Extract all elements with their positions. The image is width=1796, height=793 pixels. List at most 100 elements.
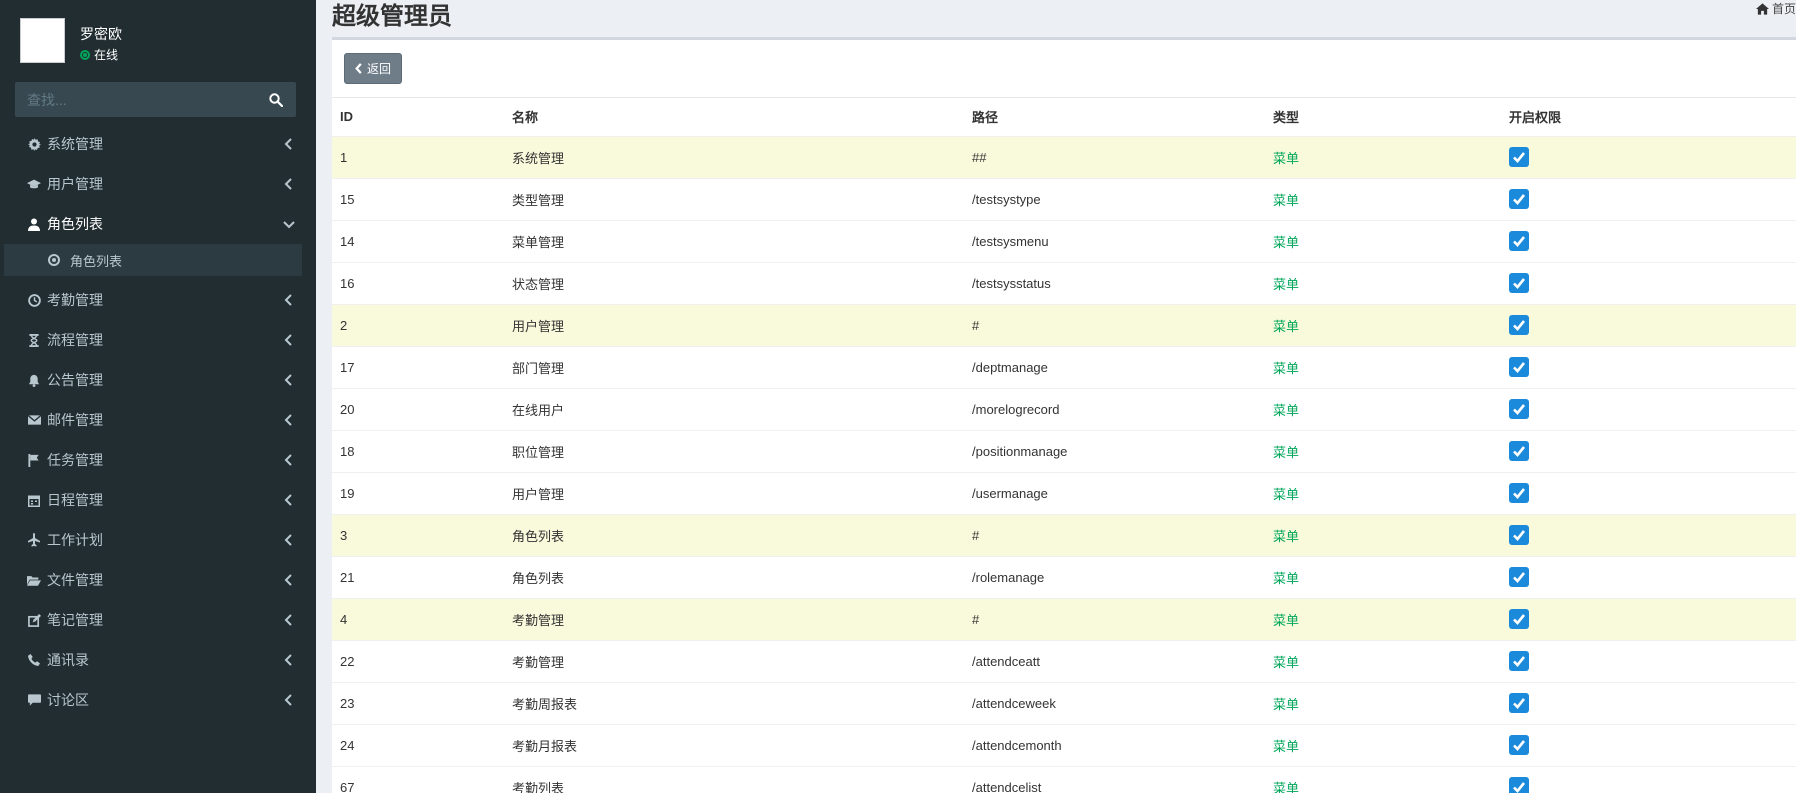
cell-name: 在线用户 (504, 387, 964, 430)
sidebar-item-notes[interactable]: 笔记管理 (0, 600, 316, 640)
breadcrumb[interactable]: 首页 (1755, 0, 1796, 17)
sidebar-item-contacts[interactable]: 通讯录 (0, 640, 316, 680)
chevron-left-icon (284, 414, 292, 426)
table-body: 1 系统管理 ## 菜单 15 类型管理/testsystype 菜单 14 菜单管理/test… (332, 135, 1796, 793)
sidebar-item-system[interactable]: 系统管理 (0, 124, 316, 164)
sidebar-item-users[interactable]: 用户管理 (0, 164, 316, 204)
chevron-left-icon (355, 63, 362, 74)
permission-checkbox[interactable] (1509, 525, 1529, 545)
permission-checkbox[interactable] (1509, 273, 1529, 293)
cell-type: 菜单 (1265, 219, 1501, 262)
cell-id: 1 (332, 135, 504, 178)
permission-checkbox[interactable] (1509, 399, 1529, 419)
folder-open-icon (26, 572, 42, 588)
cell-name: 考勤周报表 (504, 681, 964, 724)
content-panel: 返回 ID 名称 路径 类型 开启权限 1 系统管理 ## 菜单 15 类型管理/test… (332, 37, 1796, 793)
table-row: 16 状态管理/testsysstatus 菜单 (332, 261, 1796, 304)
permission-checkbox[interactable] (1509, 315, 1529, 335)
permission-checkbox[interactable] (1509, 777, 1529, 793)
checkmark-icon (1513, 152, 1526, 163)
cell-permission (1501, 135, 1796, 178)
checkmark-icon (1513, 278, 1526, 289)
table-row: 18 职位管理/positionmanage 菜单 (332, 429, 1796, 472)
cell-type: 菜单 (1265, 513, 1501, 556)
permission-checkbox[interactable] (1509, 609, 1529, 629)
cell-type: 菜单 (1265, 387, 1501, 430)
sidebar-item-roles[interactable]: 角色列表 (0, 204, 316, 244)
cell-id: 67 (332, 765, 504, 793)
sidebar-item-files[interactable]: 文件管理 (0, 560, 316, 600)
cell-path: /testsysstatus (964, 261, 1265, 304)
cell-id: 22 (332, 639, 504, 682)
checkmark-icon (1513, 656, 1526, 667)
permission-checkbox[interactable] (1509, 483, 1529, 503)
sidebar-item-attendance[interactable]: 考勤管理 (0, 280, 316, 320)
cell-path: /attendceatt (964, 639, 1265, 682)
permission-checkbox[interactable] (1509, 735, 1529, 755)
checkmark-icon (1513, 488, 1526, 499)
sidebar-item-mail[interactable]: 邮件管理 (0, 400, 316, 440)
table-row: 17 部门管理/deptmanage 菜单 (332, 345, 1796, 388)
sidebar-item-discussion[interactable]: 讨论区 (0, 680, 316, 720)
cell-path: /usermanage (964, 471, 1265, 514)
checkmark-icon (1513, 236, 1526, 247)
sidebar-subitem-label: 角色列表 (70, 253, 123, 269)
cell-name: 职位管理 (504, 429, 964, 472)
permission-checkbox[interactable] (1509, 189, 1529, 209)
permission-checkbox[interactable] (1509, 441, 1529, 461)
cell-path: /attendcemonth (964, 723, 1265, 766)
chevron-left-icon (284, 534, 292, 546)
chevron-left-icon (284, 178, 292, 190)
cell-name: 状态管理 (504, 261, 964, 304)
permission-checkbox[interactable] (1509, 651, 1529, 671)
permission-checkbox[interactable] (1509, 357, 1529, 377)
cell-type: 菜单 (1265, 681, 1501, 724)
sidebar-item-work-plan[interactable]: 工作计划 (0, 520, 316, 560)
sidebar: 罗密欧 在线 系统管理 用户管理 (0, 0, 316, 793)
table-row: 67 考勤列表/attendcelist 菜单 (332, 765, 1796, 793)
back-button[interactable]: 返回 (344, 53, 403, 84)
cell-name: 类型管理 (504, 177, 964, 220)
sidebar-item-tasks[interactable]: 任务管理 (0, 440, 316, 480)
sidebar-subitem-role-list[interactable]: 角色列表 (4, 244, 302, 276)
cell-type: 菜单 (1265, 723, 1501, 766)
chevron-left-icon (284, 294, 292, 306)
chevron-left-icon (284, 494, 292, 506)
cell-path: # (964, 597, 1265, 640)
flag-icon (26, 452, 42, 468)
cell-permission (1501, 681, 1796, 724)
table-row: 24 考勤月报表/attendcemonth 菜单 (332, 723, 1796, 766)
permission-checkbox[interactable] (1509, 231, 1529, 251)
cell-id: 19 (332, 471, 504, 514)
user-name: 罗密欧 (80, 26, 122, 42)
sidebar-item-schedule[interactable]: 日程管理 (0, 480, 316, 520)
sidebar-item-process[interactable]: 流程管理 (0, 320, 316, 360)
home-icon (1755, 2, 1769, 15)
permission-checkbox[interactable] (1509, 567, 1529, 587)
sidebar-item-notice[interactable]: 公告管理 (0, 360, 316, 400)
cell-permission (1501, 597, 1796, 640)
gear-icon (26, 136, 42, 152)
chevron-left-icon (284, 374, 292, 386)
page-title: 超级管理员 (332, 3, 452, 30)
breadcrumb-home[interactable]: 首页 (1772, 0, 1796, 17)
search-input[interactable] (15, 82, 256, 117)
cell-permission (1501, 219, 1796, 262)
cell-id: 18 (332, 429, 504, 472)
user-panel: 罗密欧 在线 (0, 0, 316, 78)
sidebar-item-label: 文件管理 (47, 572, 103, 588)
permission-checkbox[interactable] (1509, 693, 1529, 713)
cell-path: /rolemanage (964, 555, 1265, 598)
sidebar-item-label: 公告管理 (47, 372, 103, 388)
comment-icon (26, 692, 42, 708)
cell-path: /attendcelist (964, 765, 1265, 793)
circle-dot-icon (48, 254, 60, 266)
search-button[interactable] (256, 82, 296, 117)
cell-permission (1501, 765, 1796, 793)
cell-permission (1501, 261, 1796, 304)
cell-id: 23 (332, 681, 504, 724)
cell-permission (1501, 429, 1796, 472)
permission-checkbox[interactable] (1509, 147, 1529, 167)
cell-permission (1501, 471, 1796, 514)
cell-name: 考勤管理 (504, 639, 964, 682)
